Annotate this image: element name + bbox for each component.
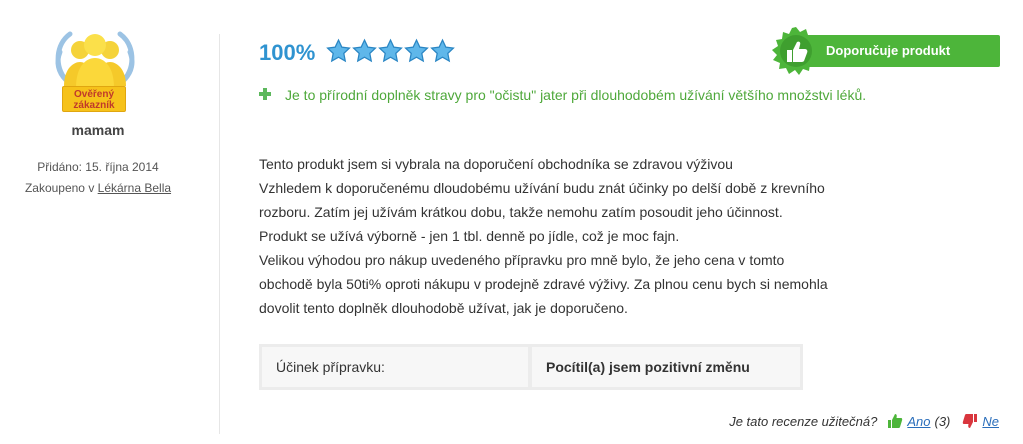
- star-icon: [378, 38, 403, 63]
- effect-value: Pocítil(a) jsem pozitivní změnu: [532, 347, 800, 387]
- review-line: Produkt se užívá výborně - jen 1 tbl. de…: [259, 228, 680, 244]
- purchase-store: Zakoupeno v Lékárna Bella: [24, 181, 172, 195]
- star-icon: [430, 38, 455, 63]
- effect-label: Účinek přípravku:: [262, 347, 528, 387]
- star-icon: [404, 38, 429, 63]
- helpful-no-link[interactable]: Ne: [982, 414, 999, 429]
- reviewer-panel: Ověřený zákazník mamam Přidáno: 15. říjn…: [0, 0, 220, 444]
- review-line: Tento produkt jsem si vybrala na doporuč…: [259, 156, 733, 172]
- thumbs-up-seal-icon: [772, 27, 821, 75]
- store-link[interactable]: Lékárna Bella: [98, 181, 171, 195]
- pro-text: Je to přírodní doplněk stravy pro "očist…: [285, 87, 867, 103]
- verified-customer-label: Ověřený zákazník: [62, 86, 126, 112]
- star-icon: [326, 38, 351, 63]
- review-line: Vzhledem k doporučenému dloudobému užívá…: [259, 180, 825, 196]
- star-icon: [352, 38, 377, 63]
- helpful-yes-link[interactable]: Ano: [907, 414, 930, 429]
- review-date: Přidáno: 15. října 2014: [37, 160, 159, 174]
- review-line: dovolit tento doplněk dlouhodobě užívat,…: [259, 300, 628, 316]
- reviewer-username: mamam: [71, 122, 125, 138]
- helpfulness-voting: Je tato recenze užitečná? Ano (3) Ne: [729, 413, 999, 429]
- column-divider: [219, 34, 220, 434]
- helpful-yes-count: (3): [934, 413, 951, 429]
- pro-item: Je to přírodní doplněk stravy pro "očist…: [259, 85, 979, 105]
- plus-icon: [259, 88, 271, 100]
- recommends-label: Doporučuje produkt: [792, 35, 1000, 67]
- effect-table: Účinek přípravku: Pocítil(a) jsem poziti…: [259, 344, 803, 390]
- review-line: obchodě byla 50ti% oproti nákupu v prode…: [259, 276, 828, 292]
- rating-percent: 100%: [259, 40, 316, 65]
- rating-stars: [326, 37, 455, 65]
- review-line: rozboru. Zatím jej užívám krátkou dobu, …: [259, 204, 783, 220]
- review-body: Tento produkt jsem si vybrala na doporuč…: [259, 152, 959, 320]
- thumbs-down-icon[interactable]: [962, 413, 978, 429]
- thumbs-up-icon[interactable]: [887, 413, 903, 429]
- recommends-product-badge: Doporučuje produkt: [770, 26, 1000, 78]
- review-line: Velikou výhodou pro nákup uvedeného příp…: [259, 252, 785, 268]
- helpful-question: Je tato recenze užitečná?: [729, 413, 878, 429]
